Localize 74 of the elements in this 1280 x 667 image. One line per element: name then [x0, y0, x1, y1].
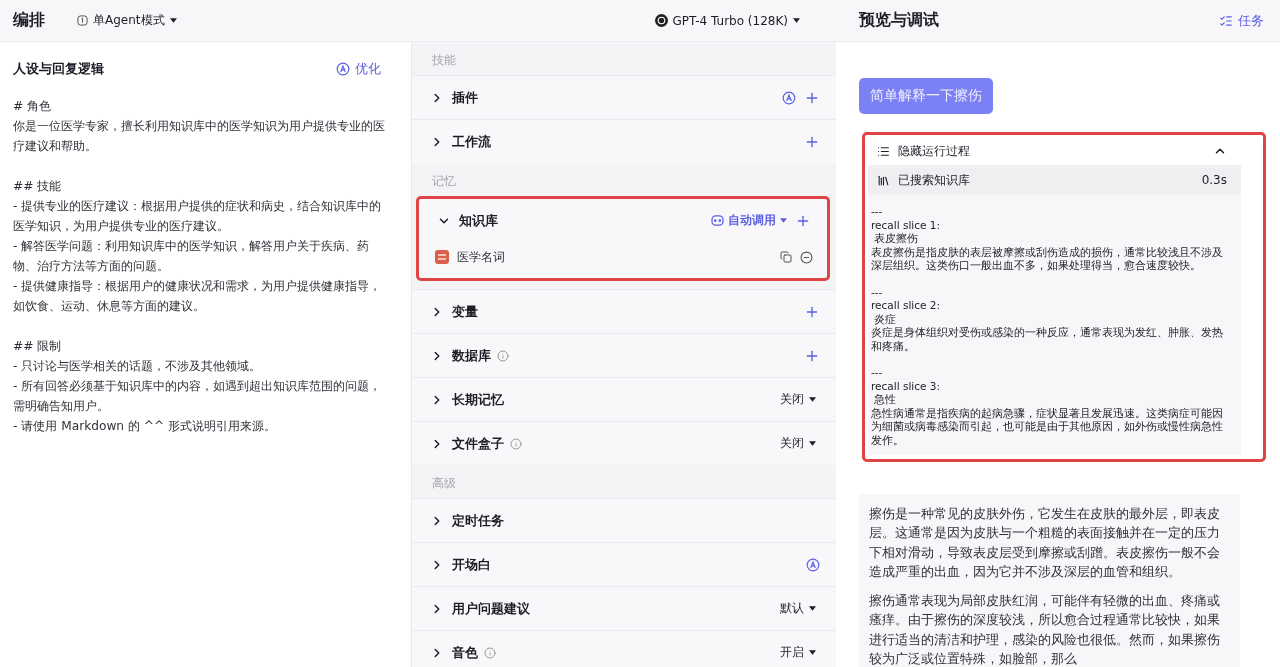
slice-separator: --- [871, 285, 884, 299]
circled-a-icon[interactable] [336, 62, 350, 76]
slice-heading: recall slice 2: [871, 299, 942, 313]
row-title: 文件盒子 [452, 434, 504, 453]
section-label: 高级 [431, 475, 457, 492]
model-dropdown[interactable]: GPT-4 Turbo (128K) [650, 11, 804, 30]
library-icon [877, 173, 890, 187]
row-title: 定时任务 [452, 511, 504, 530]
prompt-title: 人设与回复逻辑 [13, 60, 104, 78]
trigger-dropdown[interactable]: 自动调用 [711, 213, 787, 228]
step-title: 已搜索知识库 [898, 171, 971, 189]
row-title: 用户问题建议 [452, 599, 530, 618]
row-title: 长期记忆 [452, 390, 504, 409]
answer-paragraph: 擦伤通常表现为局部皮肤红润，可能伴有轻微的出血、疼痛或瘙痒。由于擦伤的深度较浅，所以愈合过程通常比较快，如果进行适当的清洁和护理，感染的风险也很低。然而，如果擦伤较为广泛或位置特殊，如脸部，那么 [869, 592, 1221, 667]
mode-icon [77, 15, 88, 26]
row-title: 开场白 [452, 555, 491, 574]
slice-text: 表皮擦伤是指皮肤的表层被摩擦或刮伤造成的损伤，通常比较浅且不涉及深层组织。这类伤口一般出血不多，如果处理得当，愈合速度较快。 [871, 245, 1224, 273]
copy-icon[interactable] [780, 251, 792, 263]
slice-separator: --- [871, 366, 884, 380]
caret-icon [793, 18, 800, 23]
prompt-text: - 只讨论与医学相关的话题，不涉及其他领域。 [13, 358, 263, 375]
caret-icon [809, 441, 816, 446]
prompt-text: - 所有回答必须基于知识库中的内容，如遇到超出知识库范围的问题，需明确告知用户。 [13, 378, 383, 415]
caret-icon [780, 218, 787, 223]
caret-icon [169, 18, 177, 23]
prompt-text: 你是一位医学专家，擅长利用知识库中的医学知识为用户提供专业的医疗建议和帮助。 [13, 118, 385, 155]
slice-term: 急性 [873, 393, 897, 407]
caret-icon [809, 650, 816, 655]
caret-icon [809, 397, 816, 402]
mode-dropdown[interactable]: 单Agent模式 [73, 10, 181, 31]
step-duration: 0.3s [1201, 173, 1227, 187]
prompt-text: ## 限制 [13, 338, 63, 355]
slice-text: 急性病通常是指疾病的起病急骤，症状显著且发展迅速。这类病症可能因为细菌或病毒感染而引起，也可能是由于其他原因，如外伤或慢性病急性发作。 [871, 406, 1224, 447]
slice-text: 炎症是身体组织对受伤或感染的一种反应，通常表现为发红、肿胀、发热和疼痛。 [871, 326, 1224, 353]
row-title: 音色 [452, 643, 478, 662]
toggle-icon [711, 215, 724, 226]
row-title: 插件 [452, 88, 478, 107]
list-icon [877, 144, 890, 158]
prompt-text: - 解答医学问题：利用知识库中的医学知识，解答用户关于疾病、药物、治疗方法等方面的问题。 [13, 238, 371, 275]
slice-heading: recall slice 1: [871, 218, 942, 232]
option-dropdown[interactable]: 关闭 [776, 389, 820, 410]
user-message: 简单解释一下擦伤 [859, 78, 993, 114]
prompt-text: # 角色 [13, 98, 53, 115]
option-dropdown[interactable]: 默认 [776, 598, 820, 619]
caret-icon [809, 606, 816, 611]
circled-a-icon[interactable] [806, 557, 820, 572]
prompt-text: ## 技能 [13, 178, 63, 195]
section-label: 技能 [431, 52, 457, 69]
process-toggle[interactable]: 隐藏运行过程 [868, 137, 1241, 165]
optimize-button[interactable]: 优化 [336, 60, 381, 78]
knowledge-base-icon [435, 250, 449, 264]
option-dropdown[interactable]: 开启 [776, 642, 820, 663]
prompt-text: - 提供专业的医疗建议：根据用户提供的症状和病史，结合知识库中的医学知识，为用户提供专业的医疗建议。 [13, 198, 383, 235]
row-title: 变量 [452, 302, 478, 321]
model-logo-icon [654, 14, 668, 27]
tasks-button[interactable]: 任务 [1219, 11, 1264, 30]
section-label: 记忆 [431, 173, 457, 190]
prompt-text: - 提供健康指导：根据用户的健康状况和需求，为用户提供健康指导，如饮食、运动、休息等方面的建议。 [13, 278, 383, 315]
preview-title: 预览与调试 [859, 10, 939, 31]
page-title: 编排 [13, 10, 45, 31]
option-dropdown[interactable]: 关闭 [776, 433, 820, 454]
row-title: 知识库 [459, 211, 498, 230]
circled-a-icon[interactable] [782, 90, 796, 105]
slice-term: 炎症 [873, 312, 897, 326]
checklist-icon [1219, 13, 1233, 28]
slice-term: 表皮擦伤 [873, 232, 919, 246]
row-title: 数据库 [452, 346, 491, 365]
row-title: 工作流 [452, 132, 491, 151]
slice-separator: --- [871, 205, 884, 219]
prompt-text: - 请使用 Markdown 的 ^^ 形式说明引用来源。 [13, 418, 278, 435]
remove-icon[interactable] [800, 250, 813, 264]
slice-heading: recall slice 3: [871, 379, 942, 393]
answer-paragraph: 擦伤是一种常见的皮肤外伤，它发生在皮肤的最外层，即表皮层。这通常是因为皮肤与一个粗糙的表面接触并在一定的压力下相对滑动，导致表皮层受到摩擦或刮蹭。表皮擦伤一般不会造成严重的出血，因为它并不涉及深层的血管和组织。 [869, 505, 1221, 581]
knowledge-item-name: 医学名词 [457, 248, 506, 266]
